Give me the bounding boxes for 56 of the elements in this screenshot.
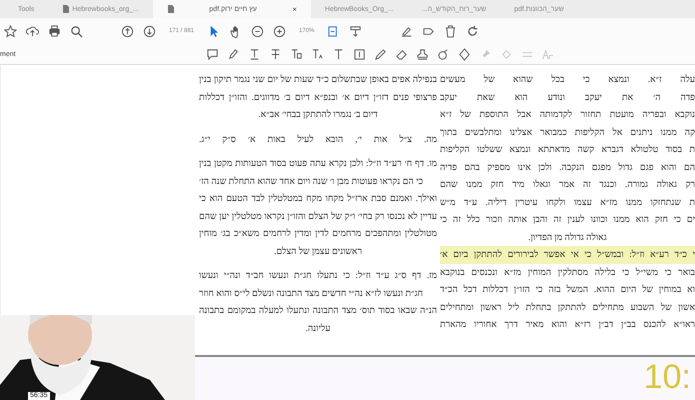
text-line: מה. צ״ל אות י׳, הובא לעיל באות א׳ ס״ק י״ג.	[199, 132, 437, 146]
stamp-icon[interactable]	[416, 48, 429, 60]
text-line: הם והוא פגם גדול מפגם הנקבה. ולכן אינו מספיק בהם פדיה	[440, 160, 695, 174]
print-icon[interactable]	[48, 24, 61, 38]
insert-text-icon[interactable]	[311, 48, 324, 60]
document-icon	[166, 5, 174, 13]
text-line: נוקבא ובפריה מועטת תחזור לקדמותה אבל התוספת של ז״א	[440, 108, 695, 121]
text-line: כי הם נקראו פעוטות מבן ו׳ שנה ויום אחד שהוא התחלת שנה הז׳	[199, 174, 424, 188]
text-line: אשון של השבוע מתחילים להתתקן בתחלת ליל ראשון ומתחילים	[440, 300, 695, 314]
sign-icon[interactable]	[400, 24, 414, 38]
rotate-icon[interactable]	[466, 24, 480, 38]
text-line: ראו״א להכנס בב״ן דב״ן רז״א והוא מאיר דרך אחוריו מהארת	[440, 318, 695, 331]
star-icon[interactable]	[4, 24, 17, 38]
page-down-icon[interactable]	[143, 24, 156, 38]
text-line: גאולה גדולה מן הפדיון.	[527, 230, 608, 244]
strikethrough-icon[interactable]	[269, 48, 282, 60]
text-line: ים כי חזק הוא ממנו וכוונו לענין זה והבן אותה וזכור כלל זה כי	[440, 213, 695, 226]
trash-icon[interactable]	[444, 24, 458, 38]
text-line: ת שנתחזקו ממנו מז״א עצמו ולקחו עיטרין דיליה. ע״ד מ״ש	[440, 196, 695, 209]
text-line: בנפילה אפים באופן שבתשלום כ״ד שעות של יום שני נגמר תיקון בנין	[199, 73, 437, 86]
text-line: ואילך. ואמנם סבת ארז״ל מקחו מקח במטלטלין לבד הטעם הוא כי	[199, 192, 437, 205]
replace-text-icon[interactable]	[290, 48, 303, 60]
page-up-icon[interactable]	[121, 24, 134, 38]
text-line: עדיין לא נכנסו רק בחי׳ ו״ק של הצלם והזו״ן נקראו מטלטלין יען שהם	[199, 210, 437, 223]
close-icon[interactable]: ×	[292, 4, 297, 14]
clock-text: 10:	[644, 357, 692, 397]
text-line: ת בסוד טלטולא דגברא קשה מדאתתא ונמצא ששלטו הקליפות	[440, 143, 695, 156]
text-line: בואר כי משי״ל כי בלילה מסתלקין המוחין מז״א ונכנסים בנוקבא	[440, 266, 695, 279]
zoom-in-icon[interactable]	[273, 24, 286, 38]
text-line: חג״ת ונעשו לז״א נה״י חדשים מצד התבונה ונשלם לי״ס והוא חוזר	[199, 286, 424, 300]
text-line: מטולטלין ומתהפכים מרחמים לדין ומדין לרחמים משא״כ בג׳ מוחין	[199, 227, 437, 240]
text-line: פדה ה׳ את יעקב ונודע הוא שאת יעקב	[440, 90, 695, 104]
note-icon[interactable]	[206, 48, 219, 60]
underline-text-icon[interactable]	[248, 48, 261, 60]
shapes-icon[interactable]	[458, 48, 471, 60]
scroll-mode-icon[interactable]	[349, 24, 362, 38]
text-line: הנ״ה שבאו בסוד תוס׳ מצד התבונה ונתעלו למעלה במקומם בתבונה	[199, 304, 437, 317]
text-line: פרצופי פנים דזו״ן דיום א׳ ובנפ״א דיום ב׳ מדווגים. והזו״ן דכללות	[199, 90, 437, 104]
text-line: וא במוחין של היום ההוא. המשל בזה כי הזו״ן דכללות דכל הכ״ד	[440, 283, 695, 296]
zoom-out-icon[interactable]	[251, 24, 264, 38]
upload-icon[interactable]	[26, 24, 39, 38]
text-line: מז. דף ס״ג ע״ד וז״ל: כי נתעלו חג״ת ונעשו חב״ד ונה״י ונעשו	[199, 269, 437, 282]
text-line: דיום ב׳ נגמרו להתתקן בבחי׳ אב״א.	[257, 108, 379, 121]
search-icon[interactable]	[70, 24, 83, 38]
text-line: עלה ז״א. ונמצא כי בכל שהוא של מעשים	[440, 73, 695, 86]
text-line: רק גאולה גמורה. וכנגד זה אמר וגאלו מיד חזק ממנו שהם	[440, 178, 695, 191]
text-line: ראשונים עצמן של הצלם.	[273, 244, 363, 258]
highlighter-icon[interactable]	[227, 48, 240, 60]
pencil-icon[interactable]	[374, 48, 387, 60]
eraser-icon[interactable]	[395, 48, 408, 60]
text-line: מו. דף ח׳ רע״ד וז״ל: ולכן נקרא עתה פעוט בסוד הטעותות מקטן בנין	[199, 157, 437, 170]
text-line: קה ממנו ניתנים אל הקליפות כמבואר אצלינו ומתלבשים בתוך	[440, 126, 695, 139]
text-box-icon[interactable]	[353, 48, 366, 60]
text-icon[interactable]	[332, 48, 345, 60]
document-icon	[62, 5, 70, 13]
text-line: עליונה.	[304, 322, 332, 334]
